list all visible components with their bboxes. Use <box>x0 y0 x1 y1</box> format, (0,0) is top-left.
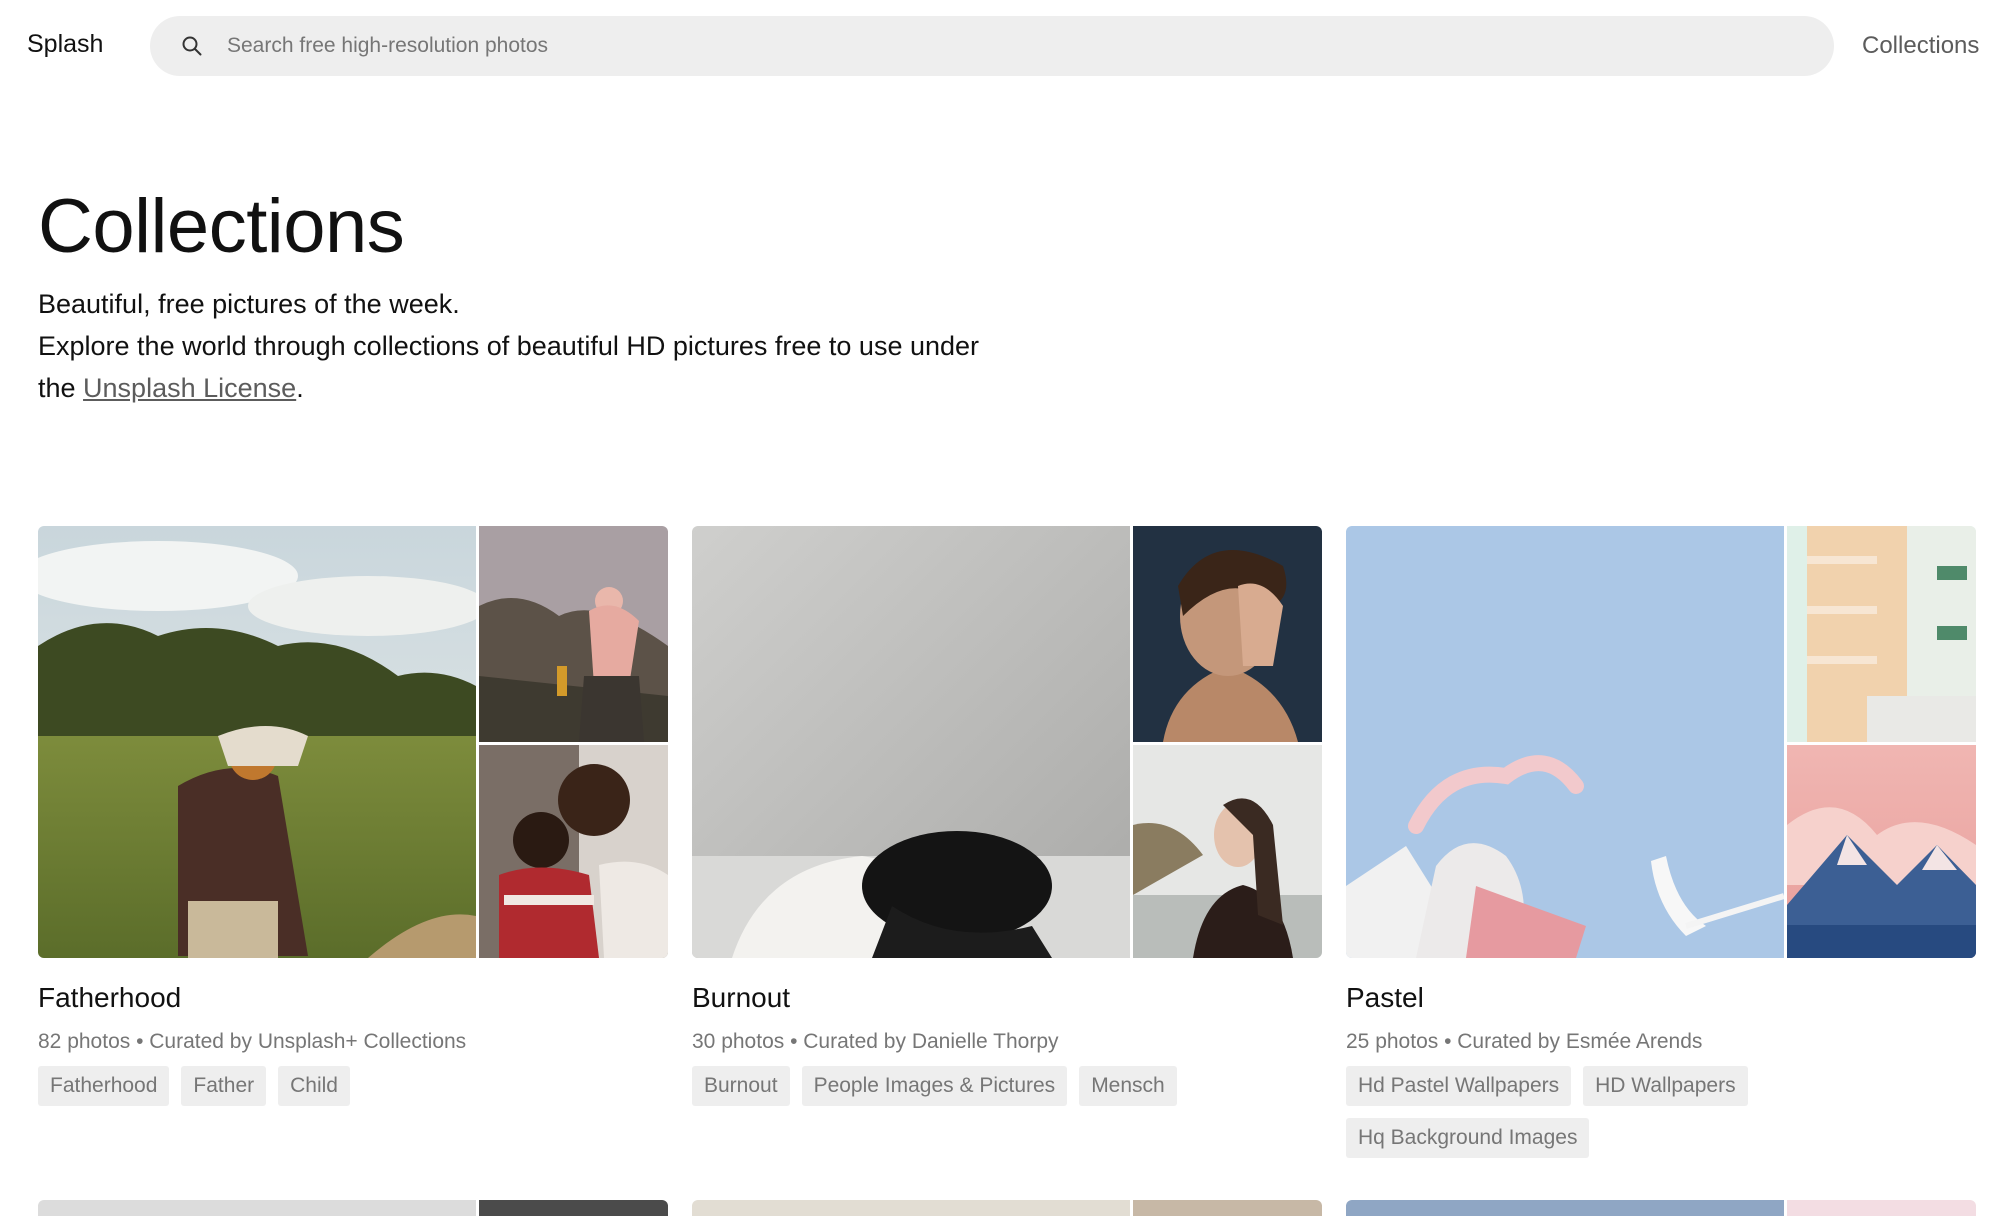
collection-tag[interactable]: Child <box>278 1066 350 1106</box>
top-navigation: Splash Collections <box>0 0 2006 95</box>
search-input[interactable] <box>227 16 1787 76</box>
collection-meta: 82 photos • Curated by Unsplash+ Collect… <box>38 1030 467 1053</box>
search-icon[interactable] <box>180 34 204 58</box>
collection-cover-photo[interactable] <box>38 526 476 958</box>
unsplash-license-link[interactable]: Unsplash License <box>83 373 296 403</box>
collection-tag[interactable]: Mensch <box>1079 1066 1177 1106</box>
collection-preview-photo[interactable] <box>1133 526 1322 742</box>
page-description: Beautiful, free pictures of the week. Ex… <box>38 283 1018 409</box>
collection-photo-collage[interactable] <box>38 526 668 958</box>
intro-period: . <box>296 373 304 403</box>
collection-card-next-row[interactable] <box>692 1200 1322 1216</box>
collection-photo-collage[interactable] <box>692 526 1322 958</box>
collection-title[interactable]: Fatherhood <box>38 982 181 1014</box>
collection-card[interactable]: Burnout 30 photos • Curated by Danielle … <box>692 526 1322 1106</box>
collection-tag[interactable]: People Images & Pictures <box>801 1066 1068 1106</box>
collection-preview-photo[interactable] <box>1133 745 1322 958</box>
collection-tag[interactable]: Father <box>181 1066 267 1106</box>
collection-tag[interactable]: Hq Background Images <box>1346 1118 1590 1158</box>
collection-card-next-row[interactable] <box>38 1200 668 1216</box>
search-bar[interactable] <box>150 16 1834 76</box>
collection-preview-strip <box>692 1200 1322 1216</box>
collection-meta: 25 photos • Curated by Esmée Arends <box>1346 1030 1703 1053</box>
collection-tag[interactable]: Hd Pastel Wallpapers <box>1346 1066 1572 1106</box>
collection-tags: Fatherhood Father Child <box>38 1066 678 1106</box>
collection-tag[interactable]: HD Wallpapers <box>1583 1066 1748 1106</box>
collection-card[interactable]: Fatherhood 82 photos • Curated by Unspla… <box>38 526 668 1106</box>
intro-line-2: Explore the world through collections of… <box>38 325 1018 409</box>
collection-preview-photo[interactable] <box>479 526 668 742</box>
collection-preview-photo[interactable] <box>479 745 668 958</box>
collection-tags: Burnout People Images & Pictures Mensch <box>692 1066 1332 1106</box>
collection-photo-collage[interactable] <box>1346 526 1976 958</box>
collection-card-next-row[interactable] <box>1346 1200 1976 1216</box>
collection-preview-photo[interactable] <box>1787 745 1976 958</box>
collection-title[interactable]: Burnout <box>692 982 790 1014</box>
collection-tag[interactable]: Burnout <box>692 1066 790 1106</box>
nav-link-collections[interactable]: Collections <box>1862 32 1979 60</box>
brand-logo[interactable]: Splash <box>27 30 103 59</box>
collection-cover-photo[interactable] <box>692 526 1130 958</box>
collection-title[interactable]: Pastel <box>1346 982 1424 1014</box>
collection-preview-photo[interactable] <box>1787 526 1976 742</box>
collection-cover-photo[interactable] <box>1346 526 1784 958</box>
collection-preview-strip <box>1346 1200 1976 1216</box>
intro-line-1: Beautiful, free pictures of the week. <box>38 289 460 319</box>
collection-card[interactable]: Pastel 25 photos • Curated by Esmée Aren… <box>1346 526 1976 1158</box>
collection-tag[interactable]: Fatherhood <box>38 1066 170 1106</box>
page-title: Collections <box>38 184 405 269</box>
collection-preview-strip <box>38 1200 668 1216</box>
collection-tags: Hd Pastel Wallpapers HD Wallpapers Hq Ba… <box>1346 1066 1986 1158</box>
collection-meta: 30 photos • Curated by Danielle Thorpy <box>692 1030 1059 1053</box>
